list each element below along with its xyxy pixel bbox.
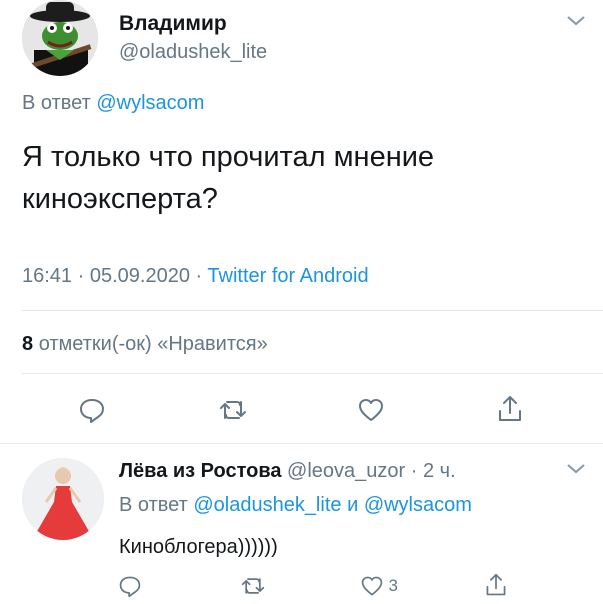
tweet-date: 05.09.2020 [89, 265, 190, 287]
divider [22, 310, 603, 311]
reply-prefix: В ответ [119, 494, 188, 516]
reply-context: В ответ @wylsacom [22, 92, 204, 115]
reply-icon[interactable] [118, 574, 142, 603]
author-handle[interactable]: @oladushek_lite [119, 41, 267, 64]
like-button[interactable]: 3 [360, 574, 398, 598]
reply-text: Киноблогера)))))) [119, 536, 278, 558]
tweet-meta: 16:41 · 05.09.2020 · Twitter for Android [22, 265, 369, 288]
like-icon[interactable] [357, 396, 385, 424]
meta-separator: · [77, 265, 85, 287]
retweet-icon[interactable] [240, 574, 266, 603]
avatar-image [22, 458, 104, 540]
chevron-down-icon[interactable] [565, 14, 587, 33]
likes-summary[interactable]: 8 отметки(-ок) «Нравится» [22, 333, 268, 356]
reply-to-link[interactable]: @wylsacom [364, 494, 472, 516]
retweet-icon[interactable] [218, 396, 246, 424]
reply-time: 2 ч. [422, 460, 456, 482]
share-icon[interactable] [484, 572, 508, 603]
tweet-text: Я только что прочитал мнение киноэксперт… [22, 141, 435, 215]
divider [22, 373, 603, 374]
divider [0, 443, 603, 444]
reply-author-name[interactable]: Лёва из Ростова [119, 460, 281, 482]
reply-prefix: В ответ [22, 92, 91, 114]
reply-icon[interactable] [78, 396, 106, 424]
author-name[interactable]: Владимир [119, 12, 227, 36]
meta-separator: · [195, 265, 203, 287]
share-icon[interactable] [496, 394, 524, 422]
tweet-time: 16:41 [22, 265, 73, 287]
reply-conjunction: и [347, 494, 359, 516]
like-icon [361, 576, 383, 596]
chevron-down-icon[interactable] [565, 462, 587, 481]
likes-count: 8 [22, 333, 34, 355]
reply-context: В ответ @oladushek_lite и @wylsacom [119, 494, 472, 517]
meta-separator: · [405, 460, 423, 482]
avatar-image [22, 0, 98, 76]
author-avatar[interactable] [22, 0, 98, 76]
reply-author-avatar[interactable] [22, 458, 104, 540]
reply-author-line: Лёва из Ростова @leova_uzor · 2 ч. [119, 460, 456, 483]
likes-label: отметки(-ок) «Нравится» [38, 333, 268, 355]
reply-to-link[interactable]: @wylsacom [96, 92, 204, 114]
reply-to-link[interactable]: @oladushek_lite [193, 494, 341, 516]
tweet-source[interactable]: Twitter for Android [207, 265, 368, 287]
like-count: 3 [388, 576, 398, 595]
reply-author-handle[interactable]: @leova_uzor [287, 460, 405, 482]
